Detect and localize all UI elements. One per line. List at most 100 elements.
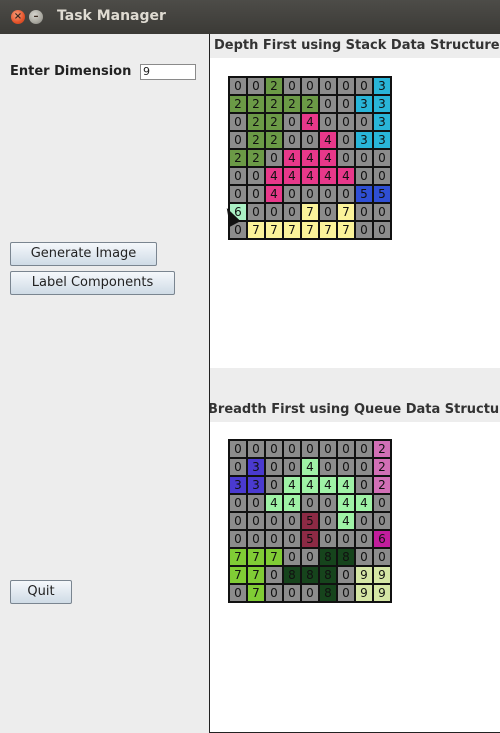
- dfs-grid: 0020000032222200330220400030220040332204…: [228, 76, 392, 240]
- dfs-cell: 0: [265, 149, 283, 167]
- dfs-cell: 4: [265, 167, 283, 185]
- dfs-cell: 0: [355, 203, 373, 221]
- dfs-cell: 0: [229, 185, 247, 203]
- dfs-cell: 2: [247, 131, 265, 149]
- dfs-cell: 7: [319, 221, 337, 239]
- bfs-cell: 0: [283, 440, 301, 458]
- bfs-cell: 8: [319, 584, 337, 602]
- bfs-cell: 0: [337, 530, 355, 548]
- generate-image-button[interactable]: Generate Image: [10, 242, 157, 266]
- bfs-cell: 0: [283, 530, 301, 548]
- dfs-cell: 0: [337, 185, 355, 203]
- bfs-cell: 3: [247, 476, 265, 494]
- label-components-button[interactable]: Label Components: [10, 271, 175, 295]
- bfs-cell: 8: [283, 566, 301, 584]
- dfs-cell: 0: [337, 131, 355, 149]
- bfs-cell: 4: [265, 494, 283, 512]
- dfs-cell: 2: [247, 149, 265, 167]
- dfs-cell: 0: [337, 77, 355, 95]
- bfs-cell: 4: [301, 476, 319, 494]
- dfs-cell: 2: [229, 149, 247, 167]
- dfs-cell: 0: [247, 77, 265, 95]
- dfs-cell: 0: [247, 203, 265, 221]
- bfs-cell: 0: [283, 458, 301, 476]
- dfs-cell: 7: [301, 203, 319, 221]
- dfs-cell: 0: [229, 131, 247, 149]
- bfs-cell: 0: [247, 440, 265, 458]
- dfs-cell: 3: [355, 95, 373, 113]
- quit-button[interactable]: Quit: [10, 580, 72, 604]
- dfs-cell: 0: [319, 77, 337, 95]
- bfs-cell: 4: [319, 476, 337, 494]
- bfs-cell: 0: [229, 530, 247, 548]
- bfs-cell: 0: [265, 458, 283, 476]
- bfs-cell: 0: [319, 458, 337, 476]
- dfs-cell: 5: [373, 185, 391, 203]
- dfs-cell: 4: [301, 167, 319, 185]
- dfs-cell: 0: [355, 77, 373, 95]
- bfs-cell: 2: [373, 458, 391, 476]
- close-window-button[interactable]: ×: [11, 10, 25, 24]
- bfs-cell: 0: [355, 440, 373, 458]
- dfs-cell: 0: [355, 167, 373, 185]
- dfs-cell: 0: [319, 113, 337, 131]
- bfs-cell: 3: [229, 476, 247, 494]
- dfs-cell: 2: [265, 77, 283, 95]
- dfs-cell: 0: [337, 149, 355, 167]
- dfs-cell: 7: [337, 221, 355, 239]
- dfs-panel-title: Depth First using Stack Data Structures: [210, 34, 500, 58]
- dfs-cell: 3: [373, 131, 391, 149]
- bfs-cell: 0: [265, 476, 283, 494]
- results-panel: Depth First using Stack Data Structures …: [209, 34, 500, 733]
- dfs-cell: 0: [355, 221, 373, 239]
- bfs-cell: 8: [337, 548, 355, 566]
- dfs-cell: 7: [283, 221, 301, 239]
- dfs-cell: 4: [301, 113, 319, 131]
- dfs-cell: 0: [373, 149, 391, 167]
- bfs-cell: 6: [373, 530, 391, 548]
- control-panel: Enter Dimension 9 Generate Image Label C…: [0, 34, 209, 733]
- bfs-cell: 0: [229, 440, 247, 458]
- dfs-cell: 2: [301, 95, 319, 113]
- bfs-cell: 8: [319, 566, 337, 584]
- bfs-cell: 0: [265, 584, 283, 602]
- bfs-cell: 0: [301, 494, 319, 512]
- bfs-cell: 4: [337, 512, 355, 530]
- bfs-cell: 5: [301, 512, 319, 530]
- dfs-cell: 0: [319, 95, 337, 113]
- bfs-cell: 0: [265, 440, 283, 458]
- bfs-cell: 0: [229, 494, 247, 512]
- bfs-cell: 0: [265, 530, 283, 548]
- dfs-cell: 4: [319, 167, 337, 185]
- bfs-cell: 2: [373, 440, 391, 458]
- bfs-cell: 0: [337, 584, 355, 602]
- dfs-cell: 0: [247, 167, 265, 185]
- dfs-cell: 0: [283, 185, 301, 203]
- dfs-cell: 0: [283, 131, 301, 149]
- dfs-cell: 7: [337, 203, 355, 221]
- dfs-cell: 5: [355, 185, 373, 203]
- bfs-cell: 4: [337, 494, 355, 512]
- bfs-cell: 7: [247, 566, 265, 584]
- bfs-cell: 9: [355, 584, 373, 602]
- dfs-cell: 2: [247, 95, 265, 113]
- panel-divider: [210, 368, 500, 398]
- bfs-cell: 7: [229, 566, 247, 584]
- bfs-cell: 0: [247, 530, 265, 548]
- dfs-cell: 4: [283, 167, 301, 185]
- minimize-icon: –: [33, 11, 39, 22]
- minimize-window-button[interactable]: –: [29, 10, 43, 24]
- bfs-cell: 0: [229, 512, 247, 530]
- bfs-cell: 9: [373, 584, 391, 602]
- bfs-cell: 0: [247, 494, 265, 512]
- bfs-cell: 0: [283, 548, 301, 566]
- dfs-cell: 2: [265, 113, 283, 131]
- dfs-cell: 0: [301, 185, 319, 203]
- bfs-cell: 4: [283, 476, 301, 494]
- dfs-cell: 0: [265, 203, 283, 221]
- bfs-cell: 7: [229, 548, 247, 566]
- dfs-cell: 0: [337, 95, 355, 113]
- dfs-cell: 0: [319, 203, 337, 221]
- bfs-panel-title: Breadth First using Queue Data Structure…: [210, 398, 500, 422]
- dimension-input[interactable]: 9: [140, 64, 196, 80]
